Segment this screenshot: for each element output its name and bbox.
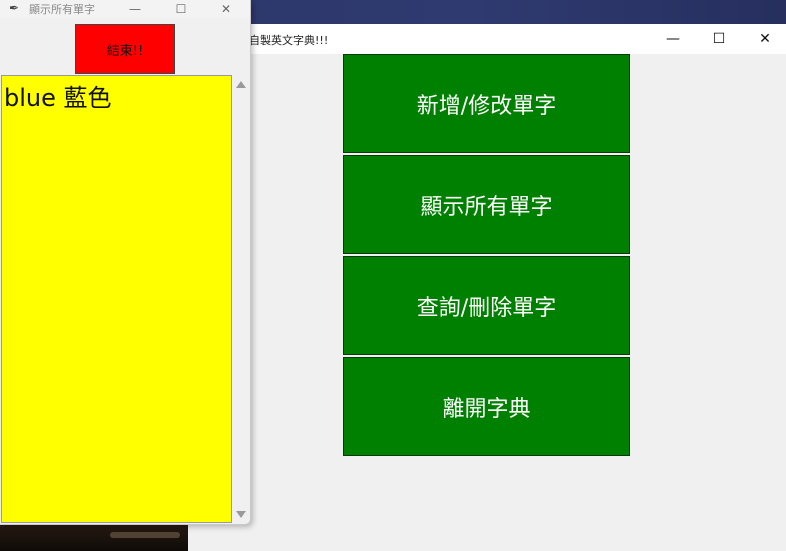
wallpaper-glow xyxy=(110,532,180,538)
main-window: 的自製英文字典!!! — ☐ ✕ 新增/修改單字 顯示所有單字 查詢/刪除單字 … xyxy=(188,24,786,551)
word-listbox[interactable]: blue 藍色 xyxy=(1,75,232,523)
list-titlebar[interactable]: ✒ 顯示所有單字 — ☐ ✕ xyxy=(0,0,250,18)
feather-icon: ✒ xyxy=(9,1,20,15)
minimize-button[interactable]: — xyxy=(650,24,696,54)
list-minimize-button[interactable]: — xyxy=(115,0,155,18)
search-delete-word-button[interactable]: 查詢/刪除單字 xyxy=(343,256,630,355)
exit-dictionary-button[interactable]: 離開字典 xyxy=(343,357,630,456)
maximize-button[interactable]: ☐ xyxy=(696,24,742,54)
add-edit-word-button[interactable]: 新增/修改單字 xyxy=(343,54,630,153)
main-titlebar[interactable]: 的自製英文字典!!! — ☐ ✕ xyxy=(188,24,786,54)
close-button[interactable]: ✕ xyxy=(742,24,786,54)
main-window-title: 的自製英文字典!!! xyxy=(238,34,329,47)
end-button[interactable]: 結束!! xyxy=(75,24,175,74)
word-list-window: ✒ 顯示所有單字 — ☐ ✕ 結束!! blue 藍色 xyxy=(0,0,251,525)
scroll-down-icon[interactable] xyxy=(236,511,246,518)
list-close-button[interactable]: ✕ xyxy=(206,0,246,18)
scroll-up-icon[interactable] xyxy=(236,81,246,88)
list-maximize-button[interactable]: ☐ xyxy=(161,0,201,18)
main-body: 新增/修改單字 顯示所有單字 查詢/刪除單字 離開字典 xyxy=(188,54,786,551)
list-item[interactable]: blue 藍色 xyxy=(4,78,112,113)
show-all-words-button[interactable]: 顯示所有單字 xyxy=(343,155,630,254)
list-window-title: 顯示所有單字 xyxy=(29,3,95,16)
scrollbar[interactable] xyxy=(233,75,249,523)
